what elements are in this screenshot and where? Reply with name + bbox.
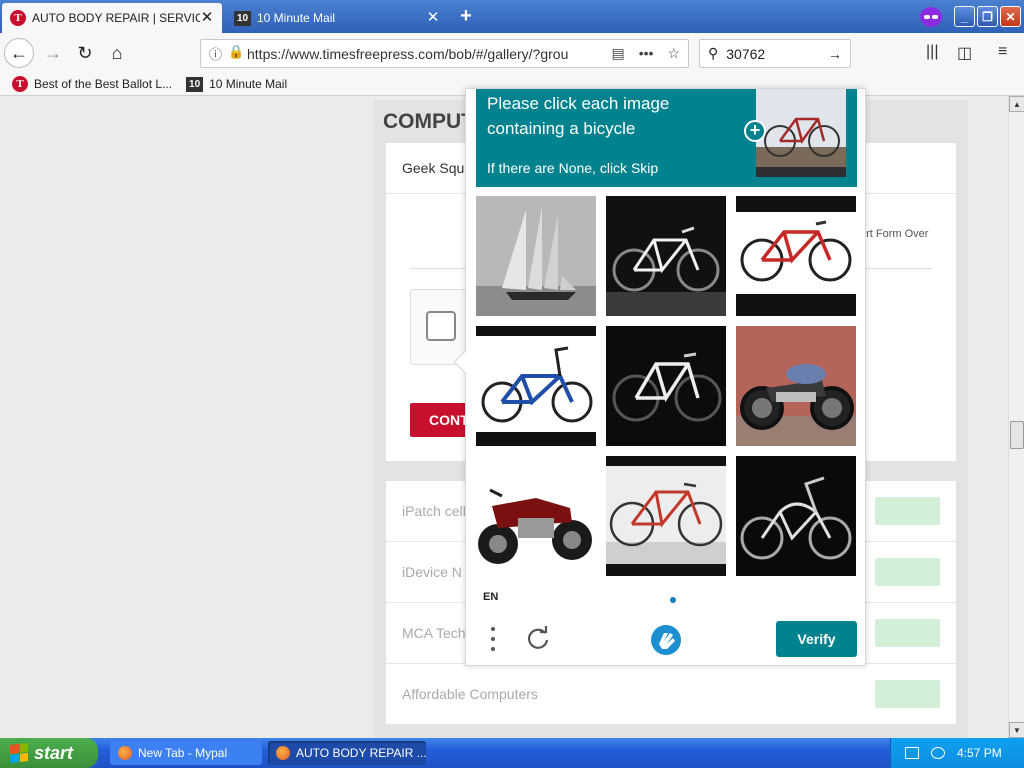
timesfreepress-favicon-icon: T (12, 76, 28, 92)
vote-button[interactable] (875, 558, 940, 586)
start-form-over-link[interactable]: art Form Over (860, 228, 928, 240)
tab-close-icon[interactable]: ✕ (426, 10, 440, 25)
skip-hint: If there are None, click Skip (487, 160, 659, 176)
bookmark-star-icon[interactable]: ☆ (667, 45, 680, 62)
start-label: start (34, 742, 74, 763)
vote-button[interactable] (875, 680, 940, 708)
forward-arrow-icon[interactable]: → (38, 38, 68, 68)
library-icon[interactable]: ||| (926, 43, 938, 61)
search-go-arrow-icon[interactable]: → (828, 46, 842, 62)
taskbar-item-new-tab[interactable]: New Tab - Mypal (110, 741, 262, 765)
home-icon[interactable]: ⌂ (102, 38, 132, 68)
bookmark-label: 10 Minute Mail (209, 77, 288, 91)
tab-title: 10 Minute Mail (257, 11, 336, 25)
verify-button[interactable]: Verify (776, 621, 857, 657)
search-icon: ⚲ (708, 45, 719, 61)
timesfreepress-favicon-icon: T (10, 10, 26, 26)
listing-name: iDevice N (402, 564, 462, 580)
expand-sample-plus-icon[interactable]: + (744, 120, 766, 142)
clock: 4:57 PM (957, 746, 1002, 760)
system-tray: 4:57 PM (890, 738, 1024, 768)
vote-button[interactable] (875, 497, 940, 525)
sample-image (756, 89, 846, 177)
bookmark-10-minute-mail[interactable]: 10 10 Minute Mail (186, 76, 288, 92)
listing-name: Affordable Computers (402, 686, 538, 702)
scrollbar-thumb[interactable] (1010, 421, 1024, 449)
page-actions-ellipsis-icon[interactable]: ••• (639, 45, 654, 62)
back-arrow-icon[interactable]: ← (4, 38, 34, 68)
tile-bicycle[interactable] (736, 456, 856, 576)
scroll-up-arrow-icon[interactable]: ▲ (1009, 96, 1024, 112)
tile-bicycle[interactable] (606, 326, 726, 446)
close-window-button[interactable]: ✕ (1000, 6, 1021, 27)
listing-name: iPatch cell (402, 503, 466, 519)
tab-close-icon[interactable]: ✕ (200, 10, 214, 25)
taskbar-item-label: New Tab - Mypal (138, 746, 228, 760)
challenge-header: Please click each image containing a bic… (476, 89, 857, 187)
new-tab-plus-icon[interactable]: + (454, 5, 478, 28)
tab-title: AUTO BODY REPAIR | SERVICES (32, 11, 200, 25)
listing-name: MCA Tech (402, 625, 466, 641)
restore-window-button[interactable]: ❐ (977, 6, 998, 27)
browser-icon (276, 746, 290, 760)
tile-motorcycle[interactable] (736, 326, 856, 446)
tab-10-minute-mail[interactable]: 10 10 Minute Mail ✕ (226, 3, 448, 33)
refresh-challenge-icon[interactable] (525, 625, 551, 651)
tile-sailboat[interactable] (476, 196, 596, 316)
captcha-checkbox[interactable] (426, 311, 456, 341)
tile-bicycle[interactable] (606, 456, 726, 576)
vertical-scrollbar[interactable]: ▲ ▼ (1008, 96, 1024, 738)
list-item[interactable]: Affordable Computers (386, 664, 956, 725)
navigation-toolbar: ← → ↻ ⌂ ⓘ 🔒 https://www.timesfreepress.c… (0, 33, 1024, 73)
start-button[interactable]: start (0, 738, 98, 768)
hamburger-menu-icon[interactable]: ≡ (998, 43, 1007, 61)
vote-button[interactable] (875, 619, 940, 647)
tile-motorcycle[interactable] (476, 456, 596, 576)
browser-icon (118, 746, 132, 760)
reload-icon[interactable]: ↻ (70, 38, 100, 68)
windows-taskbar: start New Tab - Mypal AUTO BODY REPAIR .… (0, 738, 1024, 768)
hcaptcha-logo-icon (650, 624, 682, 656)
browser-tab-strip: T AUTO BODY REPAIR | SERVICES ✕ 10 10 Mi… (0, 0, 1024, 33)
tile-bicycle[interactable] (736, 196, 856, 316)
page-heading: COMPUT (383, 110, 474, 133)
tile-bicycle[interactable] (606, 196, 726, 316)
taskbar-item-label: AUTO BODY REPAIR ... (296, 746, 426, 760)
tile-bicycle[interactable] (476, 326, 596, 446)
ten-minute-mail-favicon-icon: 10 (234, 10, 251, 26)
sidebar-toggle-icon[interactable]: ◫ (957, 43, 972, 63)
bookmark-best-of-best-ballot[interactable]: T Best of the Best Ballot L... (12, 76, 172, 92)
keyboard-icon[interactable] (905, 747, 919, 759)
url-text[interactable]: https://www.timesfreepress.com/bob/#/gal… (247, 46, 603, 62)
language-selector[interactable]: EN (483, 591, 498, 603)
scroll-down-arrow-icon[interactable]: ▼ (1009, 722, 1024, 738)
search-query[interactable]: 30762 (726, 46, 828, 62)
hcaptcha-challenge: Please click each image containing a bic… (453, 88, 866, 666)
windows-logo-icon (10, 743, 28, 763)
image-grid (476, 196, 856, 576)
search-box[interactable]: ⚲ 30762 → (699, 39, 851, 68)
address-bar[interactable]: ⓘ 🔒 https://www.timesfreepress.com/bob/#… (200, 39, 689, 68)
minimize-window-button[interactable]: _ (954, 6, 975, 27)
network-icon[interactable] (931, 747, 945, 759)
private-browsing-mask-icon (920, 7, 942, 27)
taskbar-item-auto-body-repair[interactable]: AUTO BODY REPAIR ... (268, 741, 426, 765)
ten-minute-mail-favicon-icon: 10 (186, 76, 204, 92)
challenge-prompt: Please click each image containing a bic… (487, 94, 670, 138)
bookmark-label: Best of the Best Ballot L... (34, 77, 173, 91)
tab-auto-body-repair[interactable]: T AUTO BODY REPAIR | SERVICES ✕ (2, 3, 222, 33)
more-options-icon[interactable] (485, 627, 501, 651)
reader-view-icon[interactable]: ▤ (611, 45, 624, 62)
warning-lock-icon[interactable]: 🔒 (228, 44, 244, 63)
page-indicator-dot (670, 597, 676, 603)
site-info-icon[interactable]: ⓘ (209, 44, 222, 63)
